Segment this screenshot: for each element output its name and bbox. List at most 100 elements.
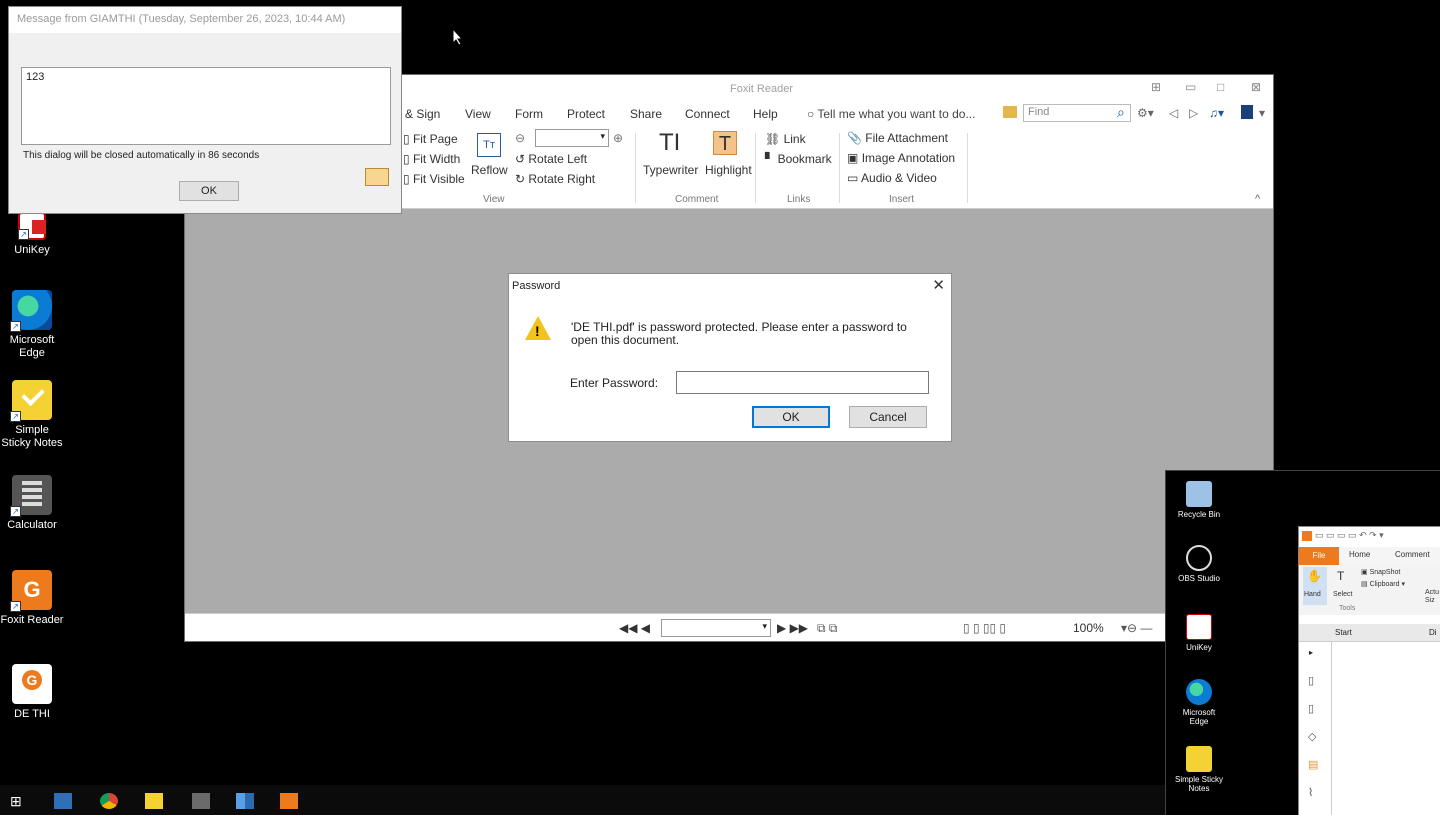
- reflow-button[interactable]: Reflow: [471, 163, 508, 177]
- desktop-icon-recycle-bin[interactable]: Recycle Bin: [1174, 481, 1224, 519]
- desktop-icon-label: UniKey: [1186, 643, 1212, 652]
- first-page-icon[interactable]: ◀◀ ◀: [619, 621, 650, 635]
- zoom-in-icon[interactable]: ⊕: [613, 131, 623, 145]
- tab-home[interactable]: Home: [1349, 550, 1370, 559]
- desktop-icon-edge[interactable]: ↗ Microsoft Edge: [0, 290, 64, 360]
- file-explorer-icon[interactable]: [54, 793, 72, 809]
- collapse-ribbon-icon[interactable]: ^: [1255, 193, 1260, 205]
- fit-page-button[interactable]: ▯ Fit Page: [403, 132, 458, 146]
- tell-me-search[interactable]: ○ Tell me what you want to do...: [807, 107, 975, 121]
- close-icon[interactable]: ✕: [932, 276, 945, 294]
- highlight-button[interactable]: Highlight: [705, 163, 752, 177]
- image-annotation-button[interactable]: ▣ Image Annotation: [847, 151, 955, 165]
- desktop-icon-edge-2[interactable]: Microsoft Edge: [1174, 679, 1224, 726]
- next-page-icon[interactable]: ▶ ▶▶: [777, 621, 808, 635]
- file-attachment-button[interactable]: 📎 File Attachment: [847, 131, 948, 145]
- app-icon[interactable]: [236, 793, 254, 809]
- desktop-icon-unikey[interactable]: ↗ UniKey: [0, 212, 64, 257]
- menu-help[interactable]: Help: [753, 107, 778, 121]
- tab-comment[interactable]: Comment: [1395, 550, 1430, 559]
- comments-icon[interactable]: ▤: [1308, 758, 1318, 771]
- user-icon[interactable]: [1241, 105, 1253, 119]
- page-number-input[interactable]: ▾: [661, 619, 771, 637]
- page-icon[interactable]: ▯: [1308, 674, 1314, 687]
- maximize-icon[interactable]: □: [1217, 80, 1224, 94]
- desktop-icon-obs[interactable]: OBS Studio: [1174, 545, 1224, 583]
- link-button[interactable]: ⛓ Link: [765, 132, 806, 146]
- rotate-right-button[interactable]: ↻ Rotate Right: [515, 172, 595, 186]
- menu-view[interactable]: View: [465, 107, 491, 121]
- menu-connect[interactable]: Connect: [685, 107, 730, 121]
- clipboard-button[interactable]: ▤ Clipboard ▾: [1361, 580, 1405, 588]
- actual-size-button[interactable]: Actu: [1425, 589, 1439, 596]
- menu-share[interactable]: Share: [630, 107, 662, 121]
- desktop-icon-sticky-notes[interactable]: ↗ Simple Sticky Notes: [0, 380, 64, 450]
- menu-sign[interactable]: & Sign: [405, 107, 440, 121]
- menu-protect[interactable]: Protect: [567, 107, 605, 121]
- attachments-icon[interactable]: ⌇: [1308, 786, 1313, 799]
- navigation-panel: ▸ ▯ ▯ ◇ ▤ ⌇: [1299, 642, 1332, 815]
- desktop-icon-foxit-reader[interactable]: ↗ Foxit Reader: [0, 570, 64, 627]
- zoom-level[interactable]: 100%: [1073, 621, 1104, 635]
- snapshot-button[interactable]: ▣ SnapShot: [1361, 568, 1400, 576]
- desktop-icon-label: Microsoft Edge: [1182, 708, 1216, 726]
- layout-icons[interactable]: ▯ ▯ ▯▯ ▯: [963, 621, 1006, 635]
- chrome-icon[interactable]: [100, 793, 118, 809]
- more-icon[interactable]: ▾: [1259, 106, 1265, 120]
- tab-document[interactable]: Di: [1429, 628, 1437, 637]
- layers-icon[interactable]: ◇: [1308, 730, 1316, 743]
- prev-icon[interactable]: ◁: [1169, 106, 1178, 120]
- desktop-icon-label: OBS Studio: [1178, 574, 1220, 583]
- foxit-icon[interactable]: [280, 793, 298, 809]
- page-view-icons[interactable]: ⧉ ⧉: [817, 621, 837, 636]
- edge-icon: ↗: [10, 290, 52, 332]
- zoom-out-icon[interactable]: ⊖: [515, 131, 525, 145]
- search-icon[interactable]: ⌕: [1117, 104, 1125, 121]
- quick-access-icons[interactable]: ▭ ▭ ▭ ▭ ↶ ↷ ▾: [1315, 530, 1384, 541]
- tab-start[interactable]: Start: [1335, 628, 1352, 637]
- quick-access-toolbar: ▭ ▭ ▭ ▭ ↶ ↷ ▾: [1299, 527, 1440, 547]
- ribbon-toggle-icon[interactable]: ⊞: [1151, 80, 1161, 94]
- tab-file[interactable]: File: [1299, 547, 1339, 565]
- bell-icon[interactable]: ♫▾: [1209, 106, 1224, 120]
- bookmark-button[interactable]: ▘ Bookmark: [765, 152, 832, 166]
- zoom-slider-minus-icon[interactable]: ▾⊖ —: [1121, 621, 1152, 635]
- desktop-icon-sticky-2[interactable]: Simple Sticky Notes: [1174, 746, 1224, 793]
- desktop-icon-calculator[interactable]: ↗ Calculator: [0, 475, 64, 532]
- audio-video-button[interactable]: ▭ Audio & Video: [847, 171, 937, 185]
- window-title: Foxit Reader: [730, 83, 793, 95]
- divider: [755, 133, 756, 203]
- hand-button[interactable]: Hand: [1304, 591, 1321, 598]
- zoom-combo[interactable]: ▾: [535, 129, 609, 147]
- pages-icon[interactable]: ▯: [1308, 702, 1314, 715]
- fit-visible-button[interactable]: ▯ Fit Visible: [403, 172, 465, 186]
- sticky-notes-icon[interactable]: [145, 793, 163, 809]
- image-icon: ▣: [847, 151, 859, 165]
- fit-width-button[interactable]: ▯ Fit Width: [403, 152, 460, 166]
- ok-button[interactable]: OK: [752, 406, 830, 428]
- desktop-icon-de-thi[interactable]: DE THI: [0, 664, 64, 721]
- rotate-left-button[interactable]: ↺ Rotate Left: [515, 152, 587, 166]
- gear-icon[interactable]: ⚙▾: [1137, 106, 1154, 120]
- cancel-button[interactable]: Cancel: [849, 406, 927, 428]
- desktop-icon-unikey-2[interactable]: UniKey: [1174, 614, 1224, 652]
- unikey-icon: [1186, 614, 1212, 640]
- expand-icon[interactable]: ▸: [1309, 648, 1313, 657]
- group-label-tools: Tools: [1339, 605, 1356, 612]
- actual-size-button-line2[interactable]: Siz: [1425, 597, 1435, 604]
- menu-form[interactable]: Form: [515, 107, 543, 121]
- typewriter-button[interactable]: Typewriter: [643, 163, 698, 177]
- find-input[interactable]: Find: [1023, 104, 1131, 122]
- minimize-icon[interactable]: ▭: [1185, 80, 1196, 94]
- start-icon[interactable]: ⊞: [10, 793, 28, 809]
- password-input[interactable]: [676, 371, 929, 394]
- message-textarea[interactable]: 123: [21, 67, 391, 145]
- calculator-icon[interactable]: [192, 793, 210, 809]
- close-icon[interactable]: ⊠: [1251, 80, 1261, 94]
- folder-icon[interactable]: [1003, 106, 1017, 118]
- ok-button[interactable]: OK: [179, 181, 239, 201]
- reflow-icon: Tт: [477, 133, 501, 157]
- select-button[interactable]: Select: [1333, 591, 1352, 598]
- next-icon[interactable]: ▷: [1189, 106, 1198, 120]
- taskbar: ⊞: [0, 785, 1165, 815]
